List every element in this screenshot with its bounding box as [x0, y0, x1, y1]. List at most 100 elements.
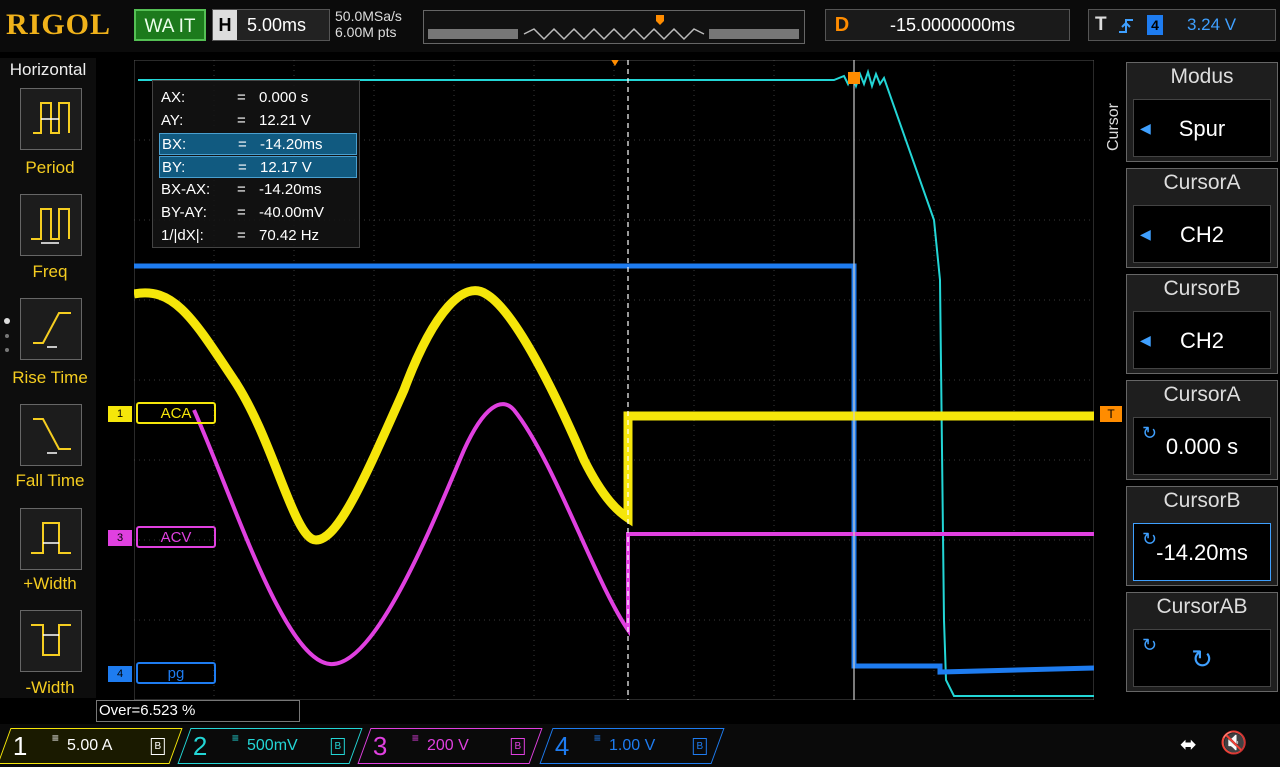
menu-group-cursora-3[interactable]: CursorA ↻ 0.000 s — [1126, 380, 1278, 480]
trigger-label: T — [1095, 14, 1107, 35]
channel-1-box[interactable]: 1 ≡ 5.00 A B — [0, 728, 183, 764]
rotary-knob-icon: ↻ — [1142, 529, 1158, 549]
positive-width-icon — [31, 522, 71, 554]
rise-time-icon — [33, 312, 71, 348]
menu-group-value[interactable]: ↻ 0.000 s — [1133, 417, 1271, 475]
freq-button[interactable] — [20, 194, 82, 256]
menu-group-cursorab-5[interactable]: CursorAB ↻ ↻ — [1126, 592, 1278, 692]
rise-time-label: Rise Time — [12, 368, 88, 387]
readout-equals: = — [238, 159, 247, 176]
acquisition-info: 50.0MSa/s 6.00M pts — [335, 8, 402, 40]
menu-group-value[interactable]: ↻ ↻ — [1133, 629, 1271, 687]
trigger-box[interactable]: T 4 3.24 V — [1088, 9, 1276, 41]
channel-scale: 200 V — [427, 737, 469, 754]
readout-row: BY: = 12.17 V — [159, 156, 357, 178]
fall-time-button[interactable] — [20, 404, 82, 466]
readout-row: BX: = -14.20ms — [159, 133, 357, 155]
readout-key: 1/|dX|: — [161, 227, 204, 244]
ch3-label[interactable]: ACV — [136, 526, 216, 548]
dc-coupling-icon: ≡ — [593, 731, 601, 745]
menu-title: Horizontal — [9, 60, 87, 79]
rotary-knob-icon: ↻ — [1191, 644, 1213, 674]
trigger-time-marker — [611, 60, 619, 66]
sample-rate: 50.0MSa/s — [335, 8, 402, 24]
readout-equals: = — [237, 89, 246, 106]
ch1-position-marker[interactable]: 1 — [108, 406, 132, 422]
page-dot — [5, 348, 9, 352]
readout-equals: = — [237, 112, 246, 129]
readout-equals: = — [237, 181, 246, 198]
rise-time-button[interactable] — [20, 298, 82, 360]
negative-width-button[interactable] — [20, 610, 82, 672]
menu-group-cursora-1[interactable]: CursorA ◀ CH2 — [1126, 168, 1278, 268]
fall-time-icon — [33, 418, 71, 454]
trigger-position-marker — [656, 15, 664, 25]
bandwidth-limit-icon: B — [150, 738, 165, 755]
channel-3-box[interactable]: 3 ≡ 200 V B — [357, 728, 543, 764]
menu-group-cursorb-4[interactable]: CursorB ↻ -14.20ms — [1126, 486, 1278, 586]
readout-value: 70.42 Hz — [259, 227, 320, 244]
cursor-menu: Cursor Modus ◀ Spur CursorA ◀ CH2 CursorB ◀ CH2 C… — [1098, 58, 1280, 708]
timebase-box[interactable]: H 5.00ms — [212, 9, 330, 41]
ch3-position-marker[interactable]: 3 — [108, 530, 132, 546]
menu-group-value[interactable]: ◀ CH2 — [1133, 311, 1271, 369]
channel-2-box[interactable]: 2 ≡ 500mV B — [177, 728, 363, 764]
menu-group-value[interactable]: ◀ Spur — [1133, 99, 1271, 157]
ch4-position-marker[interactable]: 4 — [108, 666, 132, 682]
readout-key: BX-AX: — [161, 181, 211, 198]
freq-icon — [31, 208, 70, 244]
readout-key: BY-AY: — [161, 204, 207, 221]
readout-key: BY: — [162, 159, 186, 176]
left-arrow-icon: ◀ — [1140, 120, 1151, 136]
readout-value: 12.17 V — [260, 159, 312, 176]
menu-group-title: CursorA — [1163, 171, 1241, 194]
dc-coupling-icon: ≡ — [231, 731, 239, 745]
readout-equals: = — [237, 204, 246, 221]
channel-4-box[interactable]: 4 ≡ 1.00 V B — [539, 728, 725, 764]
rotary-knob-icon: ↻ — [1142, 423, 1158, 443]
menu-value-text: Spur — [1178, 116, 1226, 141]
left-arrow-icon: ◀ — [1140, 226, 1151, 242]
menu-side-title: Cursor — [1105, 102, 1123, 152]
readout-value: -14.20ms — [259, 181, 322, 198]
run-state-badge[interactable]: WA IT — [134, 9, 206, 41]
menu-value-text: CH2 — [1179, 328, 1224, 353]
menu-value-text: CH2 — [1179, 222, 1224, 247]
delay-label: D — [834, 14, 850, 36]
rotary-knob-icon: ↻ — [1142, 635, 1158, 655]
channel-scale: 500mV — [247, 737, 298, 754]
trigger-edge-icon — [1119, 19, 1133, 33]
memory-waveform-preview — [428, 15, 799, 41]
positive-width-button[interactable] — [20, 508, 82, 570]
channel-bar: 1 ≡ 5.00 A B 2 ≡ 500mV B 3 ≡ 200 V B 4 ≡ 1.00 V B ⬌ 🔇 — [0, 724, 1280, 767]
menu-group-value[interactable]: ↻ -14.20ms — [1133, 523, 1271, 581]
menu-value-text: 0.000 s — [1165, 434, 1239, 459]
channel-number: 2 — [192, 731, 208, 761]
horizontal-measure-menu: Horizontal Period Freq Rise Time Fall Ti… — [0, 58, 96, 698]
memory-overview[interactable] — [423, 10, 805, 44]
readout-row: AY: = 12.21 V — [159, 110, 357, 132]
positive-width-label: +Width — [23, 574, 77, 593]
menu-group-value[interactable]: ◀ CH2 — [1133, 205, 1271, 263]
ch4-label[interactable]: pg — [136, 662, 216, 684]
sound-muted-icon[interactable]: 🔇 — [1220, 730, 1247, 756]
memory-depth: 6.00M pts — [335, 24, 397, 40]
period-label: Period — [25, 158, 75, 177]
ch1-label[interactable]: ACA — [136, 402, 216, 424]
menu-group-cursorb-2[interactable]: CursorB ◀ CH2 — [1126, 274, 1278, 374]
left-arrow-icon: ◀ — [1140, 332, 1151, 348]
readout-value: 12.21 V — [259, 112, 311, 129]
menu-group-modus-0[interactable]: Modus ◀ Spur — [1126, 62, 1278, 162]
bandwidth-limit-icon: B — [510, 738, 525, 755]
delay-box[interactable]: D -15.0000000ms — [825, 9, 1070, 41]
readout-equals: = — [238, 136, 247, 153]
trigger-point-marker — [848, 72, 860, 84]
freq-label: Freq — [32, 262, 68, 281]
period-button[interactable] — [20, 88, 82, 150]
menu-group-title: CursorB — [1163, 277, 1241, 300]
trigger-level: 3.24 V — [1187, 15, 1237, 34]
period-icon — [33, 102, 70, 134]
readout-value: 0.000 s — [259, 89, 309, 106]
delay-value: -15.0000000ms — [890, 15, 1016, 35]
readout-row: BX-AX: = -14.20ms — [159, 179, 357, 201]
